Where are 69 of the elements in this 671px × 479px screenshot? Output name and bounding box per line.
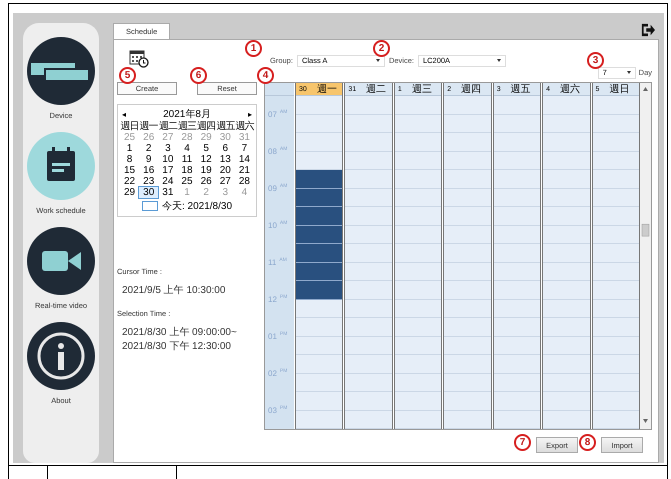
calendar-day[interactable]: 8: [120, 154, 140, 165]
time-slot[interactable]: [296, 207, 342, 226]
time-slot[interactable]: [296, 244, 342, 262]
calendar-day[interactable]: 17: [158, 165, 178, 176]
calendar-day[interactable]: 9: [139, 154, 158, 165]
time-slot[interactable]: [296, 262, 342, 281]
calendar-day[interactable]: 30: [139, 187, 158, 198]
selection-time-value: 2021/8/30 上午 09:00:00~: [122, 326, 238, 339]
calendar-clock-icon: [129, 48, 149, 68]
calendar-icon[interactable]: [27, 132, 95, 200]
info-icon[interactable]: [27, 322, 95, 390]
calendar-day[interactable]: 15: [120, 165, 140, 176]
calendar-day[interactable]: 20: [216, 165, 235, 176]
calendar-day[interactable]: 23: [139, 176, 158, 187]
calendar-day[interactable]: 14: [234, 154, 254, 165]
calendar-day[interactable]: 28: [234, 176, 254, 187]
calendar-day[interactable]: 25: [177, 176, 197, 187]
time-slot[interactable]: [296, 281, 342, 300]
calendar-day[interactable]: 24: [158, 176, 178, 187]
next-month-button[interactable]: ▸: [246, 110, 254, 118]
previous-month-button[interactable]: ◂: [120, 110, 128, 118]
time-slot[interactable]: [296, 170, 342, 188]
hour-label: 07: [268, 110, 277, 119]
calendar-day[interactable]: 19: [196, 165, 216, 176]
hour-label: 11: [268, 258, 276, 267]
logout-icon[interactable]: [641, 23, 655, 37]
cursor-time-value: 2021/9/5 上午 10:30:00: [122, 284, 226, 297]
calendar-day[interactable]: 27: [216, 176, 235, 187]
calendar-day[interactable]: 10: [158, 154, 178, 165]
calendar-day[interactable]: 1: [120, 143, 140, 154]
hour-label: 01: [268, 332, 277, 341]
calendar-day[interactable]: 6: [216, 143, 235, 154]
time-slot[interactable]: [296, 188, 342, 207]
month-title: 2021年8月: [163, 108, 211, 121]
hour-label: 02: [268, 369, 277, 378]
hour-label: 10: [268, 221, 277, 230]
hour-label: 03: [268, 406, 277, 415]
calendar-day[interactable]: 22: [120, 176, 140, 187]
calendar-day[interactable]: 3: [158, 143, 178, 154]
time-slot[interactable]: [296, 226, 342, 244]
calendar-day[interactable]: 31: [158, 187, 178, 198]
device-icon[interactable]: [27, 37, 95, 105]
calendar-day[interactable]: 18: [177, 165, 197, 176]
calendar-day[interactable]: 7: [234, 143, 254, 154]
hour-label: 08: [268, 147, 277, 156]
calendar-day[interactable]: 5: [196, 143, 216, 154]
weekday-label: 週日: [120, 121, 140, 132]
calendar-day[interactable]: 4: [177, 143, 197, 154]
calendar-day[interactable]: 12: [196, 154, 216, 165]
calendar-day[interactable]: 21: [234, 165, 254, 176]
calendar-day[interactable]: 29: [120, 187, 140, 198]
selection-time-value: 2021/8/30 下午 12:30:00: [122, 340, 232, 353]
calendar-day[interactable]: 16: [139, 165, 158, 176]
hour-label: 09: [268, 184, 277, 193]
weekday-label: 週六: [234, 121, 254, 132]
today-label[interactable]: 今天: 2021/8/30: [162, 199, 232, 213]
scrollbar[interactable]: [640, 83, 651, 429]
weekday-label: 週三: [177, 121, 197, 132]
weekday-label: 週二: [158, 121, 178, 132]
hour-label: 12: [268, 295, 277, 304]
weekday-label: 週一: [139, 121, 158, 132]
calendar-day[interactable]: 11: [177, 154, 197, 165]
video-camera-icon[interactable]: [27, 227, 95, 295]
calendar-day[interactable]: 2: [139, 143, 158, 154]
weekday-label: 週五: [216, 121, 235, 132]
weekday-label: 週四: [196, 121, 216, 132]
calendar-day[interactable]: 13: [216, 154, 235, 165]
calendar-day[interactable]: 26: [196, 176, 216, 187]
today-marker: [142, 201, 158, 211]
